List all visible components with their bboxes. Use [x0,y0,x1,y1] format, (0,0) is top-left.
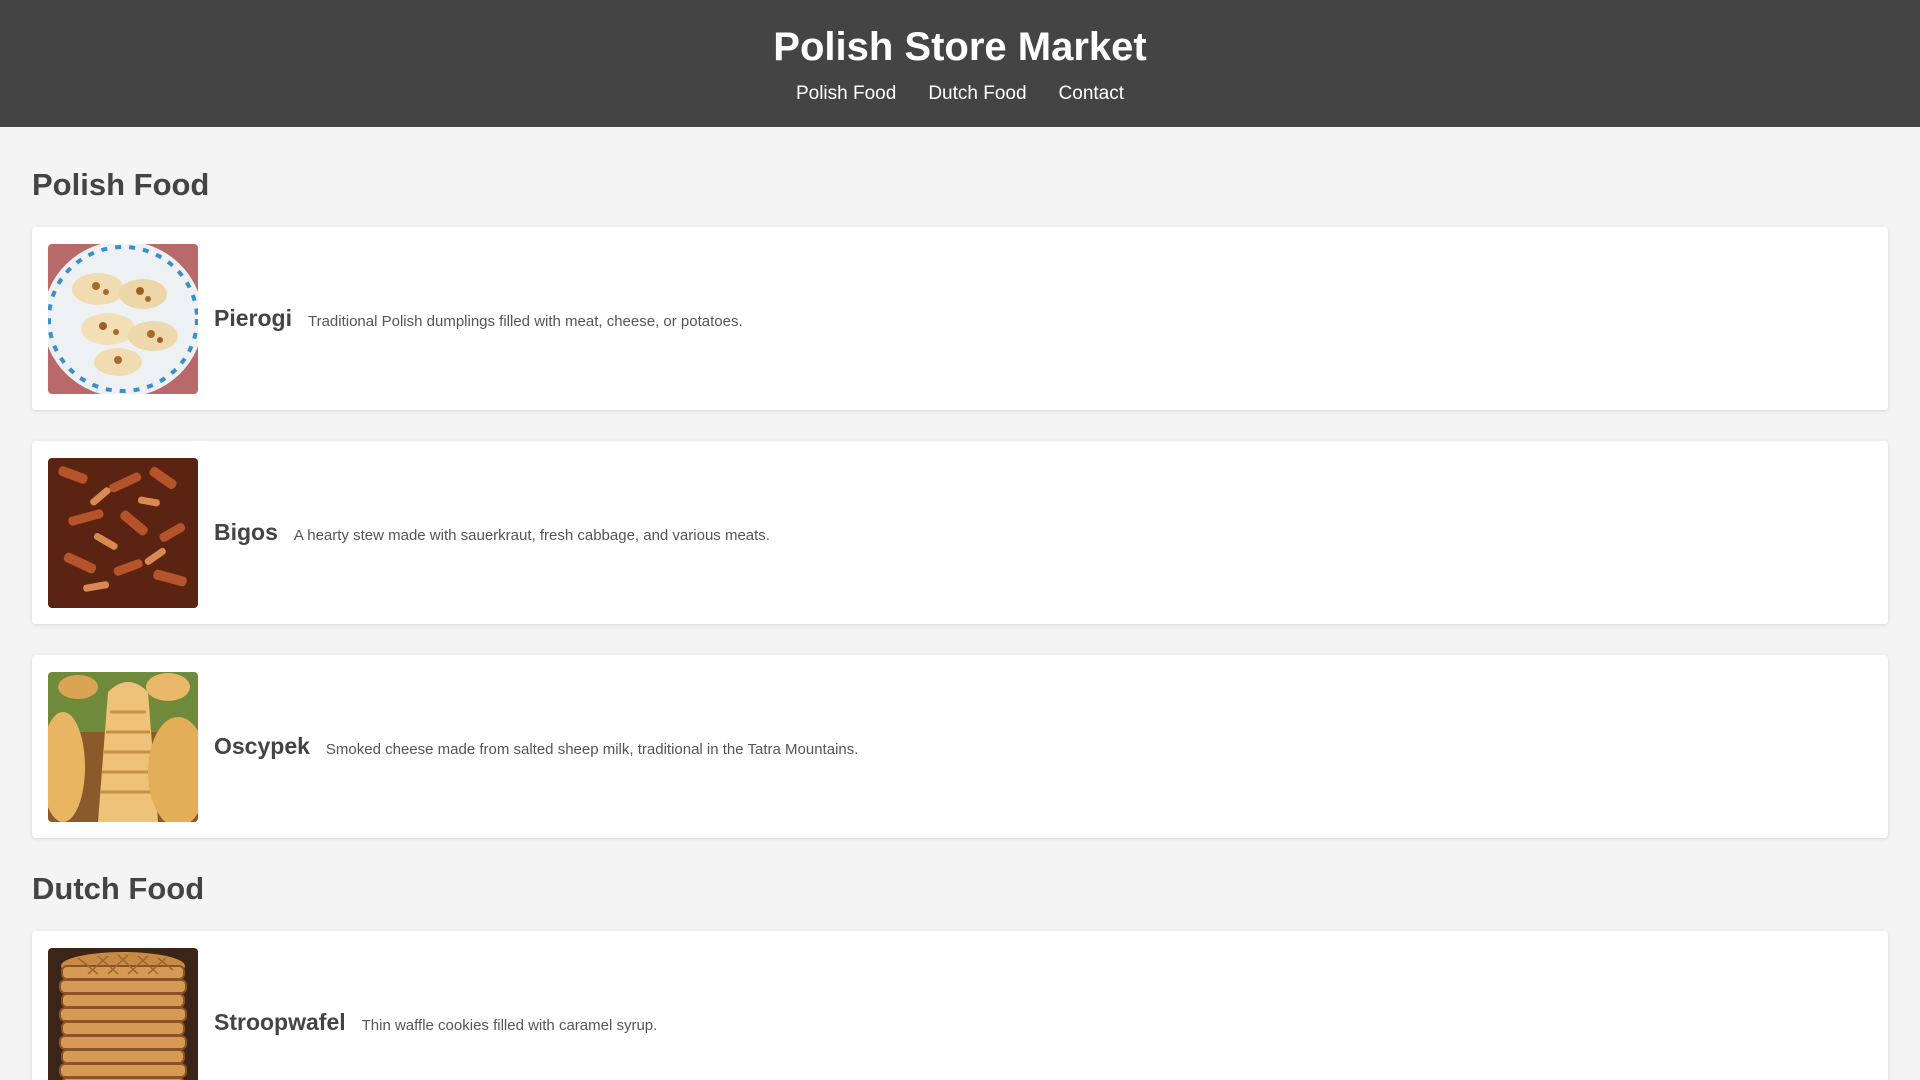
product-name: Pierogi [214,305,292,331]
nav-link-dutch-food[interactable]: Dutch Food [928,82,1026,106]
site-header: Polish Store Market Polish Food Dutch Fo… [0,0,1920,127]
bigos-image [48,457,198,608]
main-content: Polish Food Pierogi Traditional Polish d… [0,127,1920,1080]
stroopwafel-image [48,947,198,1080]
pierogi-image [48,243,198,394]
product-card-oscypek: Oscypek Smoked cheese made from salted s… [32,655,1888,838]
dutch-food-section: Dutch Food Stroopwafel Thin waffle cooki… [32,869,1888,1080]
product-name: Stroopwafel [214,1009,346,1035]
product-card-bigos: Bigos A hearty stew made with sauerkraut… [32,441,1888,624]
nav-link-polish-food[interactable]: Polish Food [796,82,896,106]
product-name: Bigos [214,519,278,545]
product-card-pierogi: Pierogi Traditional Polish dumplings fil… [32,227,1888,410]
site-title: Polish Store Market [773,25,1147,69]
section-title-dutch-food: Dutch Food [32,871,205,906]
nav-link-contact[interactable]: Contact [1059,82,1124,106]
main-nav: Polish Food Dutch Food Contact [0,82,1920,106]
polish-food-section: Polish Food Pierogi Traditional Polish d… [32,165,1888,838]
product-description: Smoked cheese made from salted sheep mil… [325,741,859,758]
section-title-polish-food: Polish Food [32,167,210,202]
product-description: A hearty stew made with sauerkraut, fres… [293,527,770,544]
product-description: Traditional Polish dumplings filled with… [307,313,743,330]
oscypek-image [48,671,198,822]
product-name: Oscypek [214,733,310,759]
product-card-stroopwafel: Stroopwafel Thin waffle cookies filled w… [32,931,1888,1080]
product-description: Thin waffle cookies filled with caramel … [361,1017,658,1034]
